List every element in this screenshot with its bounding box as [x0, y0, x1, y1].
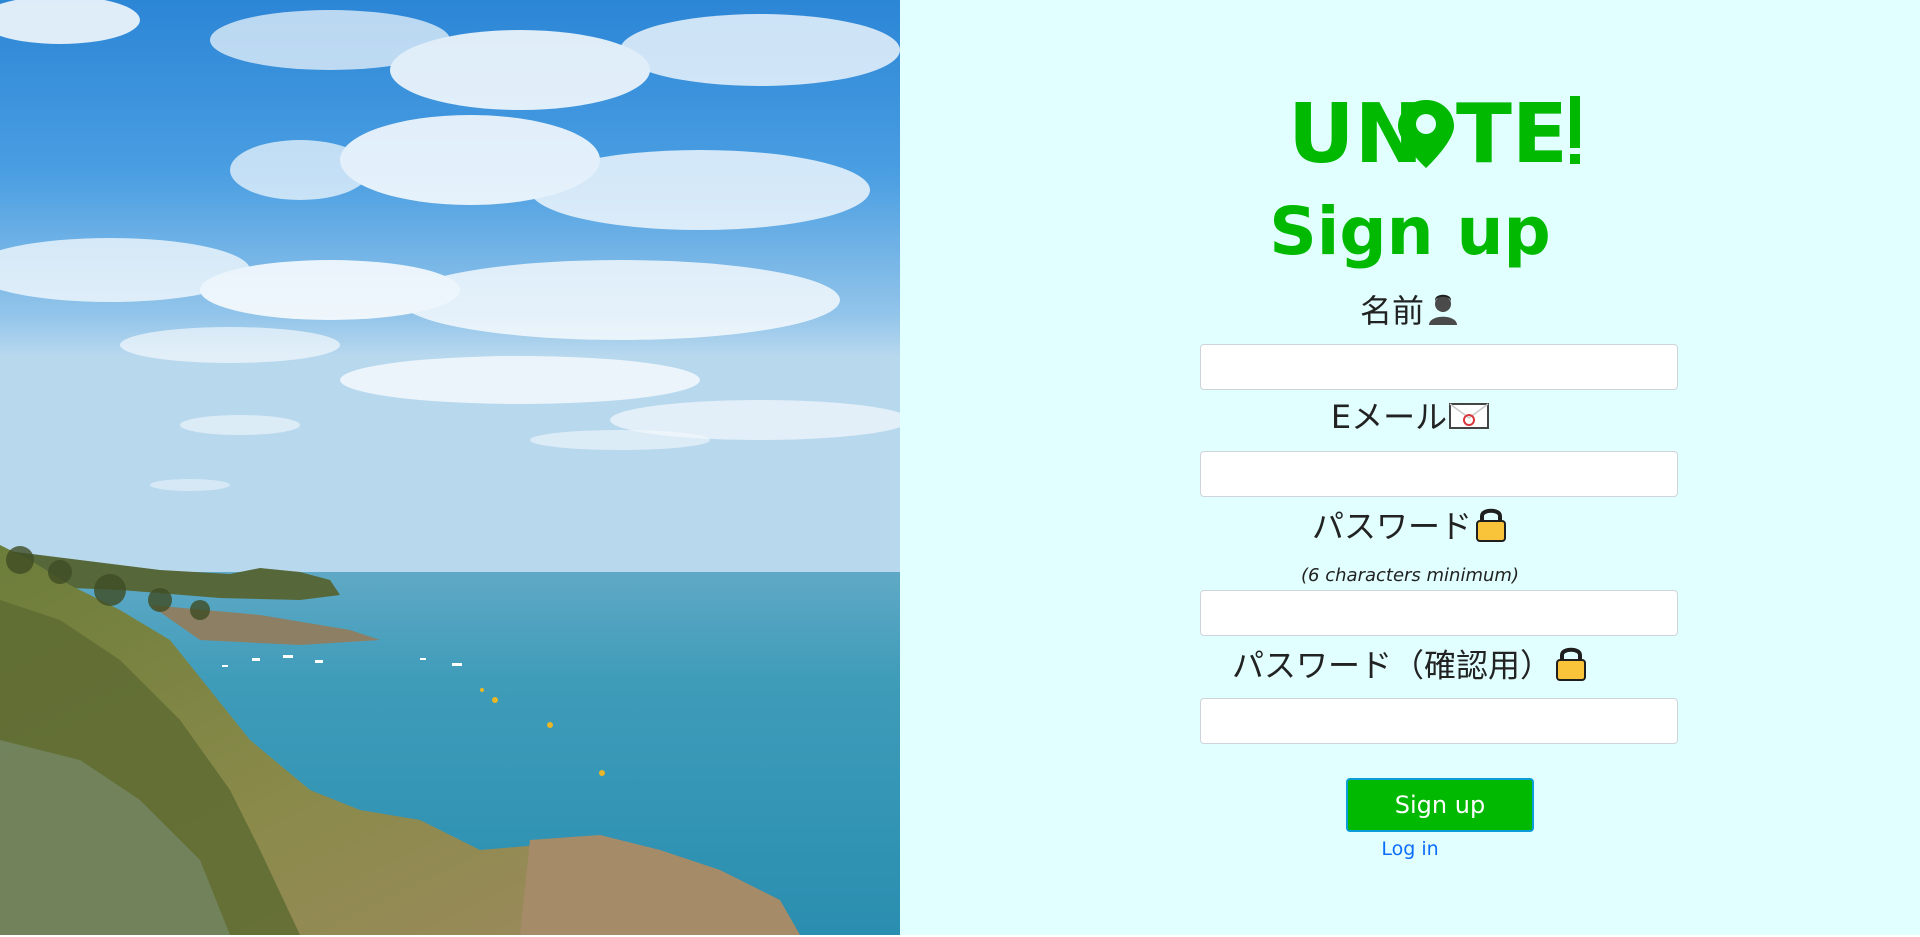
lock-emoji-icon — [1474, 505, 1508, 552]
password-label-text: パスワード — [1311, 507, 1472, 546]
password-hint: (6 characters minimum) — [1301, 565, 1519, 586]
coastal-landscape-photo — [0, 0, 900, 935]
unite-logo: UN TE — [1288, 92, 1580, 168]
name-label: 名前 — [900, 291, 1920, 335]
name-field[interactable] — [1200, 344, 1678, 390]
lock-emoji-icon — [1554, 644, 1588, 691]
password-field[interactable] — [1200, 590, 1678, 636]
password-confirm-label-text: パスワード（確認用） — [1231, 646, 1552, 685]
signup-page: UN TE Sign up 名前 Eメール パスワード (6 character… — [0, 0, 1920, 937]
name-label-text: 名前 — [1359, 292, 1424, 330]
signup-button[interactable]: Sign up — [1346, 778, 1534, 832]
logo-text-te: TE — [1456, 92, 1568, 168]
signup-panel: UN TE Sign up 名前 Eメール パスワード (6 character… — [900, 0, 1920, 935]
envelope-emoji-icon — [1449, 399, 1490, 439]
login-link[interactable]: Log in — [900, 838, 1920, 860]
password-confirm-field[interactable] — [1200, 698, 1678, 744]
person-emoji-icon — [1426, 292, 1460, 335]
email-label: Eメール — [900, 397, 1920, 439]
hero-image — [0, 0, 900, 935]
email-label-text: Eメール — [1330, 398, 1448, 436]
password-label: パスワード — [900, 505, 1920, 552]
page-title: Sign up — [1269, 193, 1551, 270]
password-confirm-label: パスワード（確認用） — [900, 644, 1920, 691]
email-field[interactable] — [1200, 451, 1678, 497]
